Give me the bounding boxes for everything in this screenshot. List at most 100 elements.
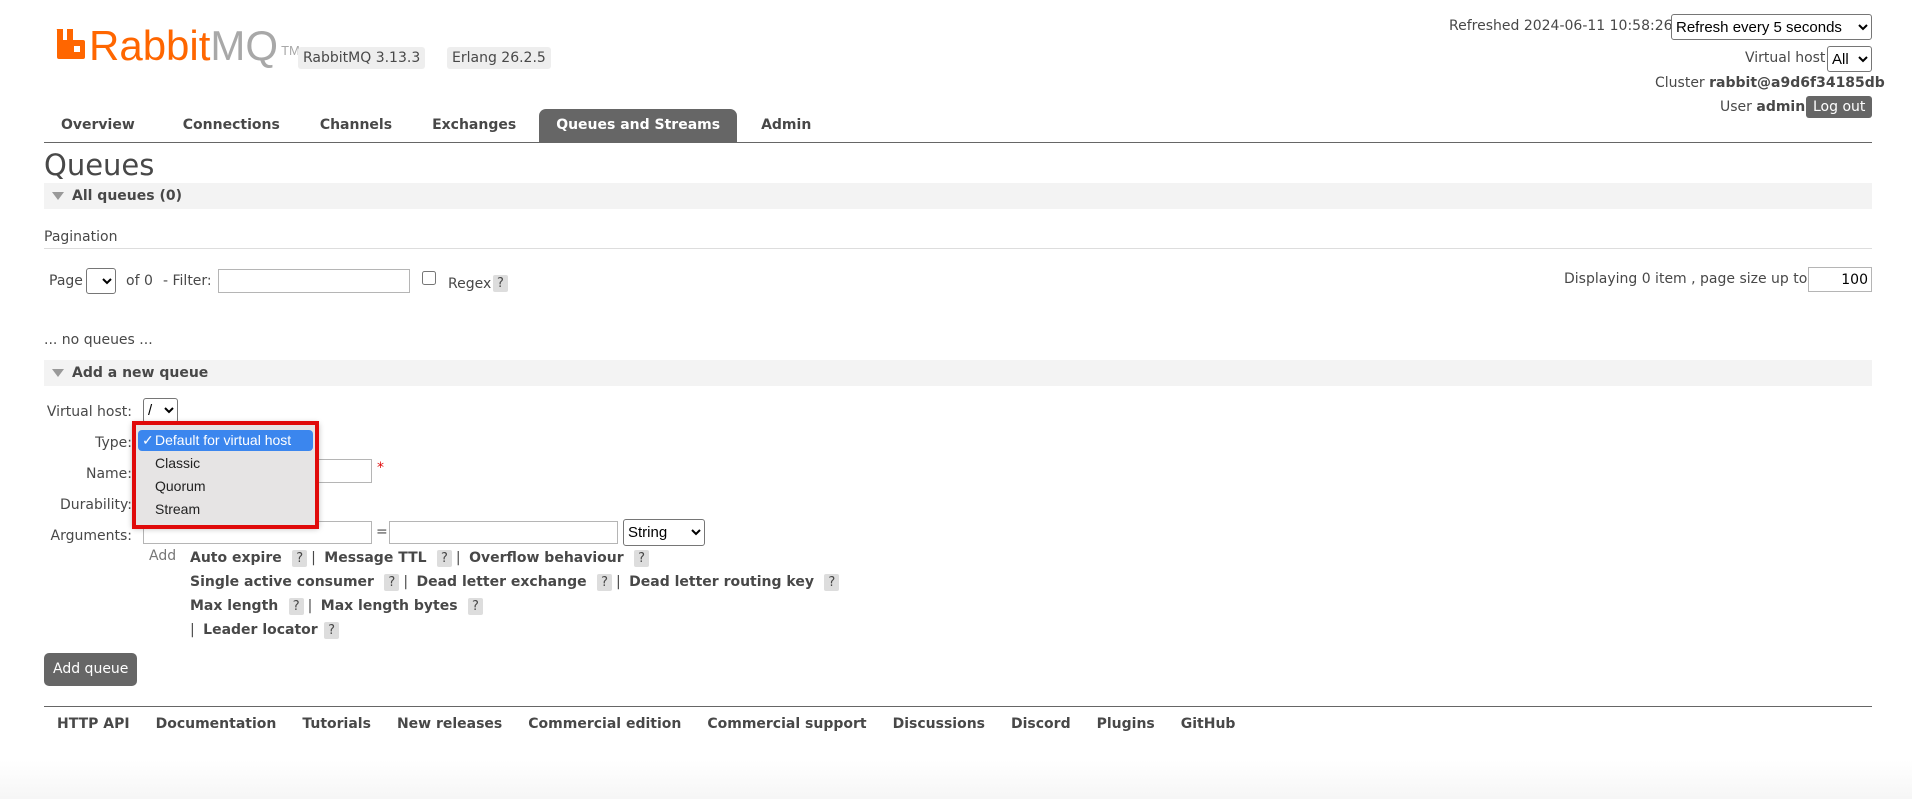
argument-type-select[interactable]: String [623,519,705,546]
argument-value-input[interactable] [389,521,618,544]
vhost-select[interactable]: / [143,398,178,423]
logout-button[interactable]: Log out [1806,96,1873,118]
tab-admin[interactable]: Admin [744,109,828,142]
name-label: Name: [85,466,132,482]
add-queue-button[interactable]: Add queue [44,653,138,686]
tab-exchanges[interactable]: Exchanges [415,109,533,142]
logo-wordmark: RabbitMQ [89,25,278,67]
argument-equals: = [376,524,388,540]
checkmark-icon: ✓ [142,432,154,448]
arguments-label: Arguments: [50,528,132,544]
page-count-label: of 0 [126,273,153,289]
user-info: User admin [1720,99,1805,115]
regex-checkbox[interactable] [422,271,436,285]
footer-links: HTTP API Documentation Tutorials New rel… [57,716,1261,732]
arg-max-length-link[interactable]: Max length [190,598,278,614]
all-queues-section-header[interactable]: All queues (0) [44,183,1872,209]
footer-link-commercial-edition[interactable]: Commercial edition [528,716,681,732]
durability-label: Durability: [59,497,132,513]
max-length-bytes-help[interactable]: ? [468,598,483,615]
queue-type-option-label: Default for virtual host [155,432,292,448]
pagination-divider [44,248,1872,249]
refreshed-timestamp: Refreshed 2024-06-11 10:58:26 [1449,18,1673,34]
tab-divider [44,142,1872,143]
separator: | [311,550,316,566]
vhost-filter-select[interactable]: All [1827,46,1872,72]
add-queue-title: Add a new queue [72,365,209,381]
queue-type-option-stream[interactable]: Stream [138,499,313,520]
add-arguments-label: Add [149,548,177,564]
arg-message-ttl-link[interactable]: Message TTL [324,550,426,566]
queue-type-option-quorum[interactable]: Quorum [138,476,313,497]
arg-single-active-consumer-link[interactable]: Single active consumer [190,574,374,590]
separator: | [455,550,461,566]
arg-dead-letter-routing-key-link[interactable]: Dead letter routing key [629,574,814,590]
pagination-label: Pagination [44,229,118,245]
main-nav-tabs: Overview Connections Channels Exchanges … [44,109,828,142]
footer-link-commercial-support[interactable]: Commercial support [707,716,866,732]
footer-link-discussions[interactable]: Discussions [893,716,985,732]
rabbitmq-logo[interactable]: RabbitMQ TM [55,22,300,67]
arg-dead-letter-exchange-link[interactable]: Dead letter exchange [416,574,586,590]
footer-link-tutorials[interactable]: Tutorials [302,716,371,732]
vhost-label: Virtual host: [46,404,132,420]
footer-link-http-api[interactable]: HTTP API [57,716,130,732]
queue-type-option-label: Classic [155,455,201,471]
leader-locator-help[interactable]: ? [324,622,340,639]
required-asterisk: * [377,460,384,476]
cluster-name: rabbit@a9d6f34185db [1709,75,1885,91]
bottom-shade [0,760,1912,799]
filter-input[interactable] [218,269,410,293]
arg-leader-locator-link[interactable]: Leader locator [203,622,318,638]
rabbitmq-logo-icon [55,28,85,59]
footer-divider [44,706,1872,707]
refresh-interval-select[interactable]: Refresh every 5 seconds [1671,14,1872,40]
no-queues-message: ... no queues ... [44,332,153,348]
vhost-filter-label: Virtual host [1745,50,1826,66]
queue-type-option-default[interactable]: ✓ Default for virtual host [138,430,313,451]
argument-shortcuts-row-2: Single active consumer ? | Dead letter ex… [190,574,840,591]
overflow-help[interactable]: ? [634,550,650,567]
dead-letter-exchange-help[interactable]: ? [597,574,612,591]
queue-type-option-classic[interactable]: Classic [138,453,313,474]
argument-shortcuts-row-3: Max length ? | Max length bytes ? [190,598,483,615]
logo-brand-a: Rabbit [89,22,211,69]
logo-brand-b: MQ [210,22,279,69]
add-queue-section-header[interactable]: Add a new queue [44,360,1872,386]
user-label: User [1720,99,1752,115]
collapse-triangle-icon [52,192,64,200]
single-active-consumer-help[interactable]: ? [384,574,400,591]
footer-link-plugins[interactable]: Plugins [1097,716,1155,732]
footer-link-discord[interactable]: Discord [1011,716,1071,732]
tab-connections[interactable]: Connections [166,109,297,142]
dead-letter-routing-key-help[interactable]: ? [824,574,840,591]
page-title: Queues [44,148,155,182]
footer-link-documentation[interactable]: Documentation [156,716,277,732]
arg-auto-expire-link[interactable]: Auto expire [190,550,282,566]
tab-channels[interactable]: Channels [303,109,409,142]
separator: | [615,574,621,590]
tab-overview[interactable]: Overview [44,109,152,142]
footer-link-github[interactable]: GitHub [1181,716,1236,732]
message-ttl-help[interactable]: ? [437,550,452,567]
regex-help-button[interactable]: ? [493,275,508,292]
arg-max-length-bytes-link[interactable]: Max length bytes [321,598,458,614]
page-select[interactable] [86,268,116,294]
auto-expire-help[interactable]: ? [292,550,308,567]
tab-queues-and-streams[interactable]: Queues and Streams [539,109,738,142]
cluster-info: Cluster rabbit@a9d6f34185db [1655,75,1885,91]
max-length-help[interactable]: ? [288,598,304,615]
user-name: admin [1756,99,1806,115]
filter-label: - Filter: [163,273,212,289]
cluster-label: Cluster [1655,75,1705,91]
queue-type-option-label: Stream [155,501,201,517]
all-queues-title: All queues (0) [72,188,182,204]
rabbitmq-version-badge: RabbitMQ 3.13.3 [298,47,426,69]
footer-link-new-releases[interactable]: New releases [397,716,502,732]
arg-overflow-link[interactable]: Overflow behaviour [469,550,624,566]
page-size-input[interactable] [1808,267,1872,292]
separator: | [403,574,409,590]
erlang-version-badge: Erlang 26.2.5 [447,47,551,69]
separator: | [307,598,313,614]
regex-label: Regex [448,276,492,292]
